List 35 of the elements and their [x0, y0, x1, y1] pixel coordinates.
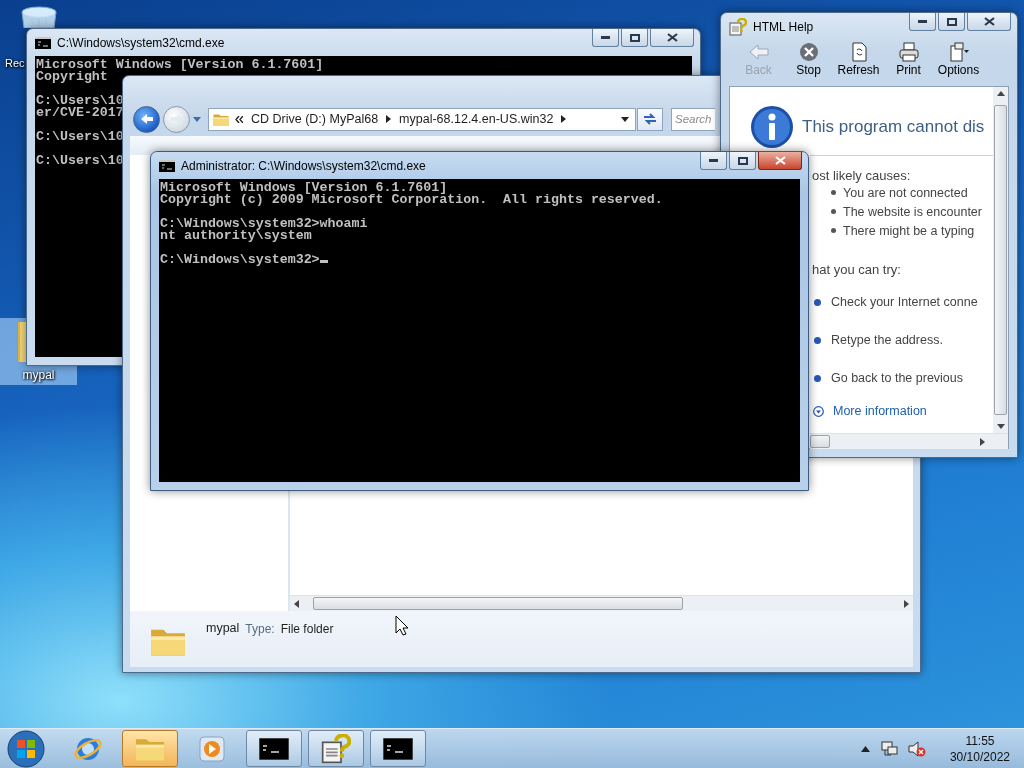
console-line: C:\Users\10	[36, 129, 124, 144]
more-information-link[interactable]: More information	[833, 404, 927, 418]
window-title: C:\Windows\system32\cmd.exe	[57, 35, 225, 50]
item-name: mypal	[206, 621, 240, 635]
console-line: C:\Users\10	[36, 153, 124, 168]
toolbar-button[interactable]: Print	[885, 42, 932, 77]
suggestion-text: Go back to the previous	[831, 371, 964, 385]
window-title: Administrator: C:\Windows\system32\cmd.exe	[181, 158, 426, 173]
cause-text: You are not connected	[843, 185, 968, 200]
console-line: Copyright	[36, 69, 108, 84]
section-heading: ost likely causes:	[812, 168, 912, 183]
type-value: File folder	[280, 622, 334, 636]
toolbar-button[interactable]: Stop	[785, 42, 832, 77]
console-line: er/CVE-2017	[36, 105, 124, 120]
breadcrumb-item[interactable]: CD Drive (D:) MyPal68	[249, 112, 381, 126]
console-line: C:\Windows\system32>whoami	[160, 216, 368, 231]
search-field[interactable]: Search	[671, 107, 715, 131]
toolbar-button[interactable]: Refresh	[835, 42, 882, 77]
console-line: Microsoft Windows [Version 6.1.7601]	[160, 180, 448, 195]
console-line: Microsoft Windows [Version 6.1.7601]	[36, 57, 324, 72]
console-line: C:\Windows\system32>	[160, 252, 320, 267]
suggestion-text: Check your Internet conne	[831, 295, 978, 309]
error-heading: This program cannot dis	[802, 117, 985, 137]
cause-text: There might be a typing	[843, 223, 975, 238]
toolbar-button[interactable]: Options	[935, 42, 982, 77]
section-heading: hat you can try:	[812, 262, 902, 277]
icon-label[interactable]: Rec	[5, 57, 25, 69]
type-label: Type:	[245, 622, 275, 636]
cause-text: The website is encounter	[843, 204, 982, 219]
clock[interactable]: 11:55 30/10/2022	[935, 732, 1010, 765]
breadcrumb-item[interactable]: mypal-68.12.4.en-US.win32	[397, 112, 556, 126]
address-bar[interactable]: CD Drive (D:) MyPal68 mypal-68.12.4.en-US.win32	[208, 107, 636, 131]
window-title: HTML Help	[753, 19, 814, 34]
console-line: C:\Users\10	[36, 93, 124, 108]
suggestion-text: Retype the address.	[831, 333, 943, 347]
